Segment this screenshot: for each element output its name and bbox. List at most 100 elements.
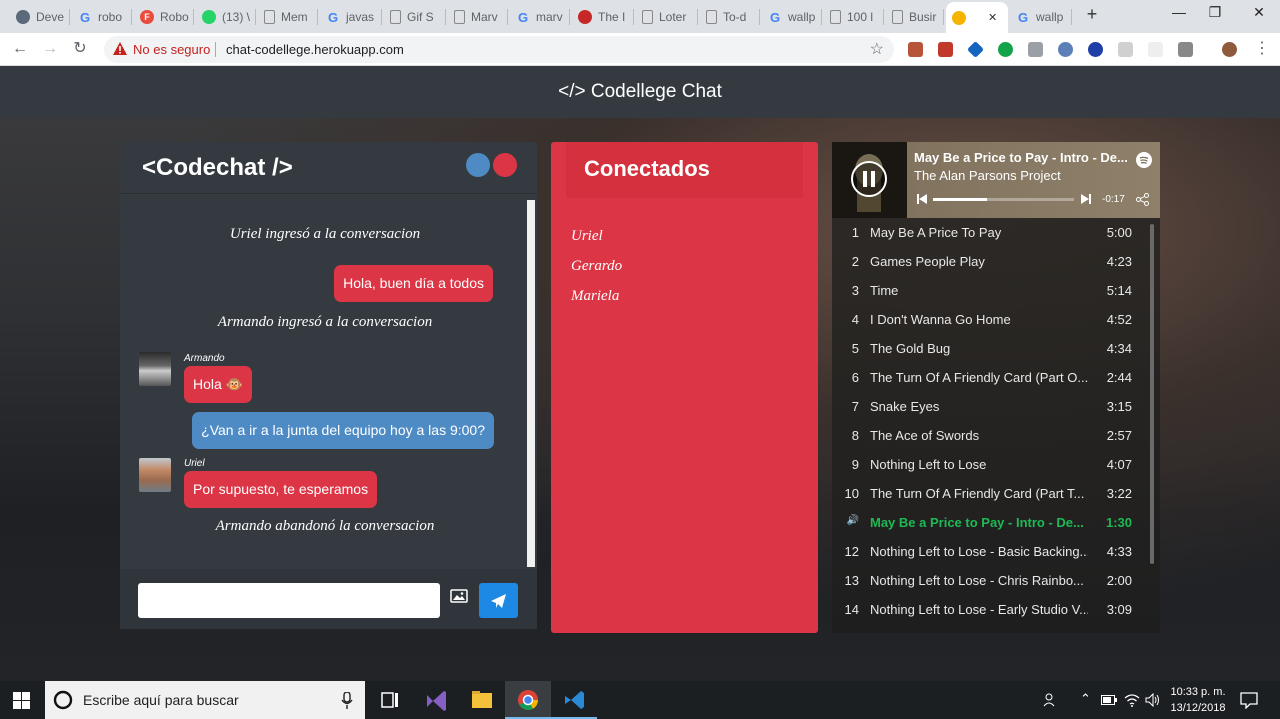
url-text[interactable]: chat-codellege.herokuapp.com xyxy=(226,42,404,57)
chat-scrollbar[interactable] xyxy=(527,200,535,567)
chevron-up-icon[interactable]: ⌃ xyxy=(1080,691,1091,707)
track-duration: 4:34 xyxy=(1106,341,1132,356)
address-bar[interactable]: No es seguro chat-codellege.herokuapp.co… xyxy=(104,36,894,63)
visual-studio-icon[interactable] xyxy=(413,681,459,719)
track-artist[interactable]: The Alan Parsons Project xyxy=(914,168,1061,183)
image-upload-icon[interactable] xyxy=(450,587,468,605)
v-extension-icon[interactable] xyxy=(1178,42,1193,57)
profile-avatar[interactable] xyxy=(1222,42,1237,57)
browser-tab-strip: Deve Grobo F Robo (13) \ Mem Gjavas Gif S Marv Gm… xyxy=(0,0,1280,33)
progress-bar[interactable] xyxy=(933,198,1074,201)
browser-tab[interactable]: Loter xyxy=(636,4,698,30)
chrome-taskbar-icon[interactable] xyxy=(505,681,551,719)
close-tab-icon[interactable]: ✕ xyxy=(988,11,997,24)
close-window-icon[interactable]: ✕ xyxy=(1244,4,1274,24)
wifi-icon[interactable] xyxy=(1124,693,1140,707)
browser-tab[interactable]: Marv xyxy=(448,4,508,30)
whatsapp-icon xyxy=(202,10,216,24)
back-icon[interactable]: ← xyxy=(9,38,31,60)
security-label[interactable]: No es seguro xyxy=(133,42,210,57)
k-extension-icon[interactable] xyxy=(1088,42,1103,57)
compass-extension-icon[interactable] xyxy=(1058,42,1073,57)
browser-tab[interactable]: Busir xyxy=(886,4,944,30)
browser-tab[interactable]: Mem xyxy=(258,4,318,30)
page-icon xyxy=(642,10,653,24)
browser-tab[interactable]: Gif S xyxy=(384,4,446,30)
s-extension-icon[interactable] xyxy=(1118,42,1133,57)
send-button[interactable] xyxy=(479,583,518,618)
bookmark-star-icon[interactable]: ☆ xyxy=(870,39,884,59)
track-row[interactable]: 12 Nothing Left to Lose - Basic Backing..… xyxy=(832,544,1152,573)
spotify-logo-icon[interactable] xyxy=(1136,152,1152,168)
share-icon[interactable] xyxy=(1136,193,1149,206)
speaker-icon: 🔊 xyxy=(846,515,859,526)
tab-separator xyxy=(69,9,70,25)
track-name: May Be A Price To Pay xyxy=(870,225,1002,240)
track-list-scrollbar[interactable] xyxy=(1150,224,1154,564)
spotify-player: May Be a Price to Pay - Intro - De... Th… xyxy=(832,142,1160,633)
browser-tab[interactable]: Gwallp xyxy=(762,4,822,30)
new-tab-button[interactable]: + xyxy=(1082,4,1102,28)
volume-icon[interactable] xyxy=(1145,693,1161,707)
track-row[interactable]: 2 Games People Play 4:23 xyxy=(832,254,1152,283)
taskbar-search-box[interactable]: Escribe aquí para buscar xyxy=(45,681,365,719)
track-row[interactable]: 13 Nothing Left to Lose - Chris Rainbo...… xyxy=(832,573,1152,602)
cortana-icon xyxy=(53,690,73,710)
page-icon xyxy=(892,10,903,24)
layers-extension-icon[interactable] xyxy=(967,41,984,58)
track-row[interactable]: 8 The Ace of Swords 2:57 xyxy=(832,428,1152,457)
chat-header: <Codechat /> xyxy=(120,142,537,194)
browser-tab[interactable]: F Robo xyxy=(134,4,194,30)
track-row[interactable]: 9 Nothing Left to Lose 4:07 xyxy=(832,457,1152,486)
browser-tab[interactable]: Gmarv xyxy=(510,4,570,30)
track-row[interactable]: 6 The Turn Of A Friendly Card (Part O... 2… xyxy=(832,370,1152,399)
browser-menu-icon[interactable]: ⋮ xyxy=(1251,38,1273,60)
windows-start-icon[interactable] xyxy=(13,692,30,709)
own-message: Hola, buen día a todos xyxy=(334,265,493,302)
maximize-icon[interactable]: ❐ xyxy=(1200,4,1230,24)
track-row[interactable]: 1 May Be A Price To Pay 5:00 xyxy=(832,225,1152,254)
browser-tab[interactable]: Grobo xyxy=(72,4,132,30)
spotify-now-playing: May Be a Price to Pay - Intro - De... Th… xyxy=(832,142,1160,218)
minimize-icon[interactable]: — xyxy=(1164,4,1194,24)
notifications-icon[interactable] xyxy=(1240,691,1258,709)
task-view-icon[interactable] xyxy=(367,681,413,719)
browser-tab[interactable]: (13) \ xyxy=(196,4,256,30)
track-row[interactable]: 7 Snake Eyes 3:15 xyxy=(832,399,1152,428)
vscode-icon[interactable] xyxy=(551,681,597,719)
blank-extension-icon[interactable] xyxy=(1148,42,1163,57)
reload-icon[interactable]: ↻ xyxy=(69,38,91,60)
browser-tab[interactable]: The I xyxy=(572,4,634,30)
message-input[interactable] xyxy=(138,583,440,618)
forward-icon[interactable]: → xyxy=(39,38,61,60)
grammarly-extension-icon[interactable] xyxy=(998,42,1013,57)
next-track-icon[interactable] xyxy=(1081,194,1091,204)
microphone-icon[interactable] xyxy=(341,692,353,709)
red-book-extension-icon[interactable] xyxy=(938,42,953,57)
track-row[interactable]: 14 Nothing Left to Lose - Early Studio V.… xyxy=(832,602,1152,631)
track-row[interactable]: 3 Time 5:14 xyxy=(832,283,1152,312)
browser-tab[interactable]: 100 l xyxy=(824,4,884,30)
track-row[interactable]: 10 The Turn Of A Friendly Card (Part T...… xyxy=(832,486,1152,515)
browser-tab[interactable]: To-d xyxy=(700,4,760,30)
file-explorer-icon[interactable] xyxy=(459,681,505,719)
track-name: The Gold Bug xyxy=(870,341,951,356)
puzzle-extension-icon[interactable] xyxy=(1028,42,1043,57)
browser-tab[interactable]: Deve xyxy=(10,4,70,30)
browser-tab[interactable]: Gjavas xyxy=(320,4,382,30)
browser-tab[interactable]: Gwallp xyxy=(1010,4,1072,30)
taskbar-clock[interactable]: 10:33 p. m. 13/12/2018 xyxy=(1164,684,1232,716)
connected-user: Uriel xyxy=(571,228,603,244)
track-row[interactable]: 4 I Don't Wanna Go Home 4:52 xyxy=(832,312,1152,341)
tab-separator xyxy=(507,9,508,25)
connected-panel: Conectados Uriel Gerardo Mariela xyxy=(551,142,818,633)
browser-tab-label: Busir xyxy=(909,10,937,24)
battery-icon[interactable] xyxy=(1101,695,1117,705)
browser-tab[interactable]: ✕ xyxy=(946,2,1008,33)
pdf-extension-icon[interactable] xyxy=(908,42,923,57)
people-icon[interactable] xyxy=(1043,692,1059,708)
track-title[interactable]: May Be a Price to Pay - Intro - De... xyxy=(914,150,1129,165)
track-row[interactable]: 5 The Gold Bug 4:34 xyxy=(832,341,1152,370)
track-row[interactable]: 🔊 May Be a Price to Pay - Intro - De... 1:… xyxy=(832,515,1152,544)
previous-track-icon[interactable] xyxy=(917,194,927,204)
